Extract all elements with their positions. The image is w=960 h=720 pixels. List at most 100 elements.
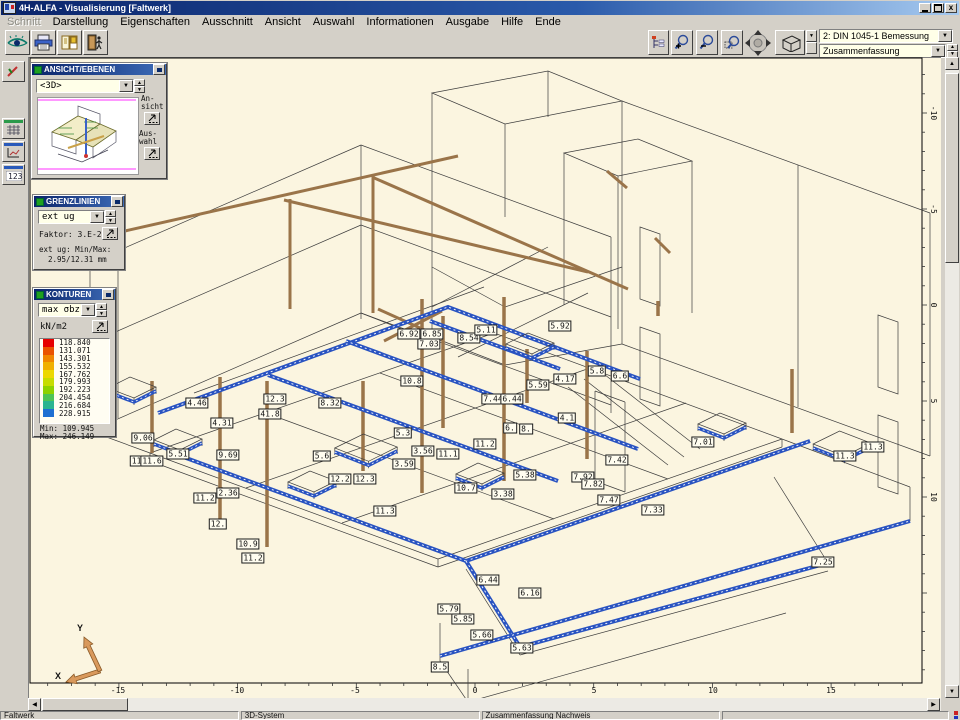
panel-grenz-close-icon[interactable] xyxy=(111,196,123,207)
grenz-combo[interactable]: ext ug ▼ xyxy=(38,210,105,224)
value-label: 3.38 xyxy=(491,489,514,500)
result-combo-value: Zusammenfassung xyxy=(820,45,931,57)
title-bar[interactable]: 4H-ALFA - Visualisierung [Faltwerk] x xyxy=(1,1,959,15)
result-spinner[interactable]: ▲▼ xyxy=(947,44,958,58)
kont-combo[interactable]: max σbz ▼ xyxy=(38,303,96,317)
value-label: 6.44 xyxy=(476,575,499,586)
result-combo-arrow-icon[interactable]: ▼ xyxy=(931,45,945,57)
value-label: 7.01 xyxy=(691,437,714,448)
menu-item-ausschnitt[interactable]: Ausschnitt xyxy=(196,16,259,28)
value-label: 10.9 xyxy=(236,539,259,550)
minimize-button[interactable] xyxy=(919,3,931,13)
status-field-0: Faltwerk xyxy=(0,711,239,720)
panel-icon xyxy=(36,198,44,206)
faktor-pick-button[interactable] xyxy=(102,227,118,240)
view-cube-button[interactable] xyxy=(775,30,805,55)
vertical-scrollbar[interactable]: ▲ ▼ xyxy=(945,57,959,698)
scroll-right-icon[interactable]: ▶ xyxy=(927,698,940,711)
value-label: 3.56 xyxy=(411,446,434,457)
grenz-spinner[interactable]: ▲▼ xyxy=(105,210,116,224)
horizontal-scrollbar[interactable]: ◀ ▶ xyxy=(28,698,941,711)
value-label: 8.32 xyxy=(318,398,341,409)
app-window: { "window": {"title": "4H-ALFA - Visuali… xyxy=(0,0,960,720)
panel-ansicht-titlebar[interactable]: ANSICHT/EBENEN xyxy=(32,64,166,75)
grenz-combo-arrow-icon[interactable]: ▼ xyxy=(90,211,104,223)
values-123-button[interactable]: 123 xyxy=(2,164,25,185)
value-label: 10.8 xyxy=(400,376,423,387)
kont-combo-arrow-icon[interactable]: ▼ xyxy=(81,304,95,316)
legend-swatch xyxy=(43,355,54,363)
ansicht-pick-button[interactable] xyxy=(144,112,160,125)
toolbar: ▼ 2: DIN 1045-1 Bemessung ▼ Zusammenfass… xyxy=(0,29,960,57)
exit-door-button[interactable] xyxy=(83,30,108,55)
legend-max: Max: 246.149 xyxy=(40,432,94,441)
value-label: 11.2 xyxy=(473,439,496,450)
menu-item-ausgabe[interactable]: Ausgabe xyxy=(440,16,495,28)
maximize-button[interactable] xyxy=(932,3,944,13)
view-select-spinner[interactable]: ▲▼ xyxy=(134,79,145,93)
panel-kont-title: KONTUREN xyxy=(46,290,102,299)
zoom-window-button[interactable] xyxy=(721,30,743,55)
menu-item-hilfe[interactable]: Hilfe xyxy=(495,16,529,28)
menu-item-eigenschaften[interactable]: Eigenschaften xyxy=(114,16,196,28)
table-grid-button[interactable] xyxy=(2,118,25,139)
view-preview[interactable] xyxy=(37,97,139,175)
unit-pick-button[interactable] xyxy=(92,320,108,333)
zoom-out-button[interactable] xyxy=(696,30,718,55)
left-tool-column: 123 xyxy=(0,57,28,711)
result-combo[interactable]: Zusammenfassung ▼ xyxy=(819,44,946,58)
value-label: 9.69 xyxy=(216,450,239,461)
legend-swatch xyxy=(43,409,54,417)
scroll-up-icon[interactable]: ▲ xyxy=(945,57,959,70)
horizontal-scroll-thumb[interactable] xyxy=(42,698,128,711)
kont-spinner[interactable]: ▲▼ xyxy=(96,303,107,317)
value-label: 8.5 xyxy=(431,662,449,673)
panel-konturen[interactable]: KONTUREN max σbz ▼ ▲▼ kN/m2 118.840131.0… xyxy=(33,288,116,437)
menu-item-ende[interactable]: Ende xyxy=(529,16,567,28)
value-label: 12.3 xyxy=(263,394,286,405)
view-eye-button[interactable] xyxy=(5,30,30,55)
menu-item-darstellung[interactable]: Darstellung xyxy=(47,16,115,28)
auswahl-pick-button[interactable] xyxy=(144,147,160,160)
view-select-combo[interactable]: <3D> ▼ xyxy=(36,79,134,93)
panel-kont-titlebar[interactable]: KONTUREN xyxy=(34,289,115,300)
panel-ansicht-title: ANSICHT/EBENEN xyxy=(44,65,153,74)
vertical-scroll-thumb[interactable] xyxy=(945,73,959,263)
pan-control[interactable] xyxy=(745,29,772,57)
scroll-left-icon[interactable]: ◀ xyxy=(28,698,41,711)
scroll-down-icon[interactable]: ▼ xyxy=(945,685,959,698)
minmax-label-2: 2.95/12.31 mm xyxy=(48,255,107,264)
close-button[interactable]: x xyxy=(945,3,957,13)
zoom-in-button[interactable] xyxy=(671,30,693,55)
value-label: 2.36 xyxy=(216,488,239,499)
panel-grenz-title: GRENZLINIEN xyxy=(46,197,111,206)
panel-ansicht-ebenen[interactable]: ANSICHT/EBENEN <3D> ▼ ▲▼ An- sicht Aus- … xyxy=(31,63,167,179)
print-button[interactable] xyxy=(31,30,56,55)
design-combo[interactable]: 2: DIN 1045-1 Bemessung ▼ xyxy=(819,29,953,43)
value-label: 41.8 xyxy=(258,409,281,420)
tree-list-button[interactable] xyxy=(648,30,669,55)
faktor-label: Faktor: 3.E-2 xyxy=(39,230,102,239)
menu-item-auswahl[interactable]: Auswahl xyxy=(307,16,361,28)
panel-ansicht-close-icon[interactable] xyxy=(153,64,165,75)
kont-combo-value: max σbz xyxy=(39,304,81,316)
design-combo-value: 2: DIN 1045-1 Bemessung xyxy=(820,30,938,42)
value-label: 4.1 xyxy=(558,413,576,424)
panel-grenz-titlebar[interactable]: GRENZLINIEN xyxy=(34,196,124,207)
design-combo-arrow-icon[interactable]: ▼ xyxy=(938,30,952,42)
view-select-arrow-icon[interactable]: ▼ xyxy=(119,80,133,92)
edit-mode-button[interactable] xyxy=(2,61,25,82)
panel-grenzlinien[interactable]: GRENZLINIEN ext ug ▼ ▲▼ Faktor: 3.E-2 ex… xyxy=(33,195,125,270)
report-book-button[interactable] xyxy=(57,30,82,55)
view-cube-dropdown[interactable]: ▼ xyxy=(806,30,817,55)
value-label: 6.16 xyxy=(518,588,541,599)
value-label: 7.03 xyxy=(417,339,440,350)
value-label: 7.25 xyxy=(811,557,834,568)
menu-item-informationen[interactable]: Informationen xyxy=(360,16,439,28)
menu-item-ansicht[interactable]: Ansicht xyxy=(259,16,307,28)
auswahl-label: Aus- wahl xyxy=(139,130,157,146)
legend-swatch xyxy=(43,370,54,378)
panel-kont-close-icon[interactable] xyxy=(102,289,114,300)
diagram-button[interactable] xyxy=(2,141,25,162)
value-label: 5.51 xyxy=(166,449,189,460)
